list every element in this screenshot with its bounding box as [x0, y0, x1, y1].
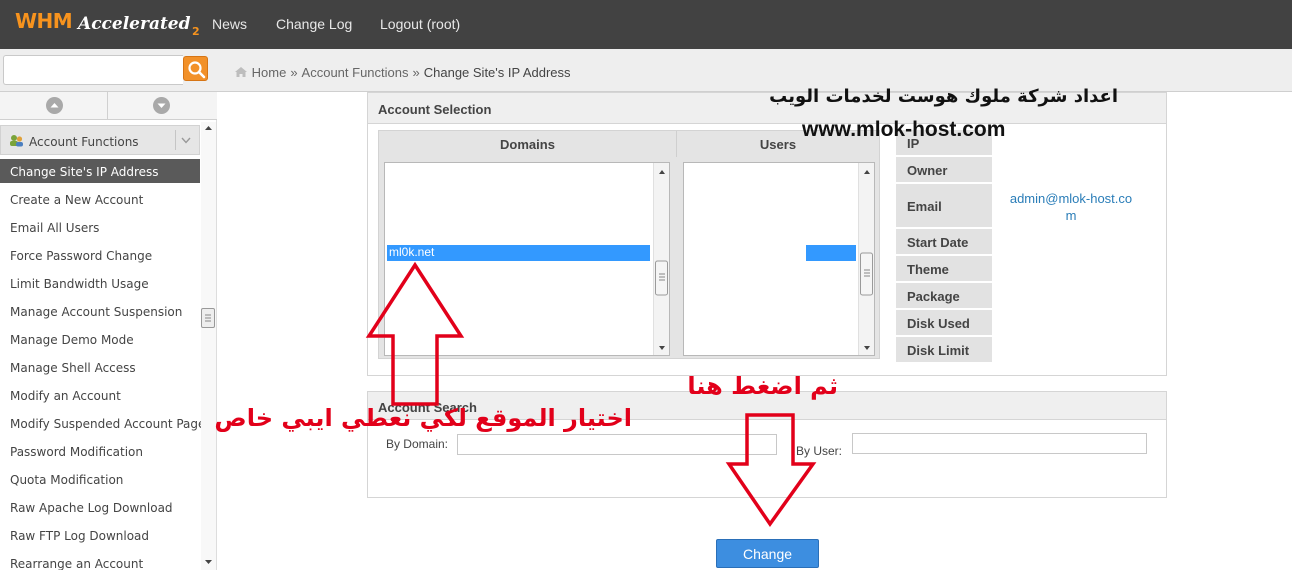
- selected-domain[interactable]: ml0k.net: [386, 244, 651, 262]
- sidebar-item-password-modification[interactable]: Password Modification: [0, 439, 200, 463]
- up-arrow-annotation: [365, 261, 465, 406]
- heading-annotation: اعداد شركة ملوك هوست لخدمات الويب: [769, 86, 1118, 107]
- sidebar-item-raw-apache-log[interactable]: Raw Apache Log Download: [0, 495, 200, 519]
- info-label-disk-limit: Disk Limit: [896, 337, 992, 364]
- info-label-start-date: Start Date: [896, 229, 992, 256]
- expand-all-button[interactable]: [0, 92, 108, 120]
- domains-scrollbar[interactable]: [653, 163, 669, 355]
- sidebar-item-manage-demo-mode[interactable]: Manage Demo Mode: [0, 327, 200, 351]
- selected-user[interactable]: [806, 245, 856, 261]
- logo-main: WHM: [15, 9, 73, 33]
- nav-news[interactable]: News: [212, 16, 247, 32]
- chevron-down-icon: [181, 137, 191, 144]
- info-label-owner: Owner: [896, 157, 992, 184]
- users-listbox[interactable]: [683, 162, 875, 356]
- breadcrumb: Home» Account Functions» Change Site's IP …: [234, 65, 571, 80]
- email-value: admin@mlok-host.com: [1009, 191, 1133, 223]
- sidebar-item-manage-suspension[interactable]: Manage Account Suspension: [0, 299, 200, 323]
- nav-change-log[interactable]: Change Log: [276, 16, 352, 32]
- info-label-theme: Theme: [896, 256, 992, 283]
- change-button[interactable]: Change: [716, 539, 819, 568]
- nav-logout[interactable]: Logout (root): [380, 16, 460, 32]
- logo-version: 2: [192, 25, 200, 38]
- sidebar-item-email-all-users[interactable]: Email All Users: [0, 215, 200, 239]
- select-annotation: اختيار الموقع لكي نعطي ايبي خاص: [214, 404, 632, 432]
- whm-screen: WHM Accelerated 2 News Change Log Logout…: [0, 0, 1292, 570]
- users-icon: [10, 135, 23, 147]
- sidebar-scroll-thumb[interactable]: [201, 308, 215, 328]
- sidebar-category-account-functions[interactable]: Account Functions: [0, 125, 200, 155]
- sidebar-item-rearrange-account[interactable]: Rearrange an Account: [0, 551, 200, 570]
- breadcrumb-separator: »: [290, 65, 298, 80]
- down-arrow-annotation: [725, 413, 817, 528]
- info-label-email: Email: [896, 184, 992, 229]
- website-annotation: www.mlok-host.com: [802, 118, 1006, 141]
- search-input[interactable]: [3, 55, 183, 85]
- sidebar-scrollbar[interactable]: [201, 122, 216, 570]
- home-icon: [235, 67, 247, 77]
- top-bar: WHM Accelerated 2 News Change Log Logout…: [0, 0, 1292, 49]
- category-label: Account Functions: [29, 135, 139, 149]
- sidebar-item-force-password-change[interactable]: Force Password Change: [0, 243, 200, 267]
- category-toggle[interactable]: [175, 130, 193, 150]
- breadcrumb-section[interactable]: Account Functions: [302, 65, 409, 80]
- breadcrumb-separator: »: [412, 65, 420, 80]
- sidebar-item-change-site-ip[interactable]: Change Site's IP Address: [0, 159, 200, 183]
- logo-accent: Accelerated: [78, 14, 191, 34]
- collapse-all-button[interactable]: [108, 92, 216, 120]
- search-icon: [188, 61, 206, 79]
- search-button[interactable]: [183, 56, 208, 81]
- sidebar-item-quota-modification[interactable]: Quota Modification: [0, 467, 200, 491]
- press-annotation: ثم اضغط هنا: [687, 372, 838, 400]
- info-label-disk-used: Disk Used: [896, 310, 992, 337]
- chevron-up-icon: [46, 97, 63, 114]
- users-scrollbar[interactable]: [858, 163, 874, 355]
- by-user-input[interactable]: [852, 433, 1147, 454]
- info-label-package: Package: [896, 283, 992, 310]
- account-selection-title: Account Selection: [378, 102, 492, 117]
- breadcrumb-home[interactable]: Home: [252, 65, 287, 80]
- by-domain-label: By Domain:: [385, 437, 448, 451]
- sidebar-item-raw-ftp-log[interactable]: Raw FTP Log Download: [0, 523, 200, 547]
- sidebar-item-create-account[interactable]: Create a New Account: [0, 187, 200, 211]
- sidebar-item-modify-account[interactable]: Modify an Account: [0, 383, 200, 407]
- sidebar-collapse-controls: [0, 92, 217, 120]
- breadcrumb-current: Change Site's IP Address: [423, 65, 571, 80]
- sidebar-item-modify-suspended-page[interactable]: Modify Suspended Account Page: [0, 411, 205, 435]
- chevron-down-icon: [153, 97, 170, 114]
- sidebar-item-manage-shell-access[interactable]: Manage Shell Access: [0, 355, 200, 379]
- sidebar: Account Functions Change Site's IP Addre…: [0, 92, 217, 570]
- sidebar-item-limit-bandwidth[interactable]: Limit Bandwidth Usage: [0, 271, 200, 295]
- domains-header: Domains: [379, 131, 677, 157]
